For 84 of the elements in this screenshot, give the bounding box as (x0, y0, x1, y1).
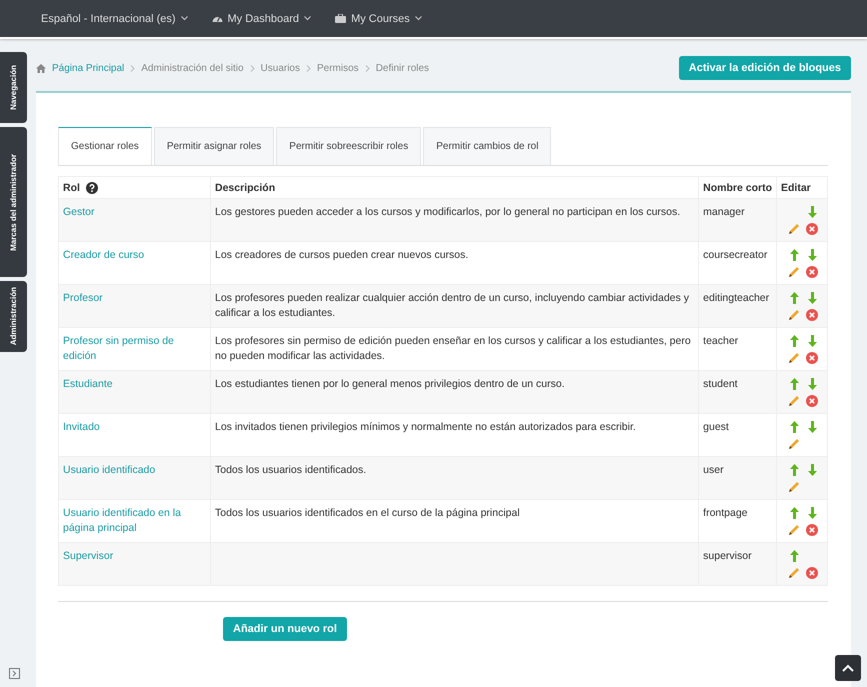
column-header: Rol (63, 182, 80, 194)
tab[interactable]: Permitir asignar roles (154, 127, 274, 165)
shortname-text: coursecreator (703, 249, 768, 261)
chevron-icon (130, 64, 136, 72)
move-down-icon[interactable] (808, 507, 816, 519)
move-down-icon[interactable] (808, 421, 816, 433)
caret-icon (180, 16, 188, 21)
chevron-up-icon (842, 664, 854, 672)
delete-icon[interactable] (806, 524, 818, 536)
column-header: Nombre corto (703, 182, 772, 194)
delete-icon[interactable] (806, 309, 818, 321)
move-up-icon[interactable] (790, 378, 798, 390)
move-down-icon[interactable] (808, 249, 816, 261)
chevron-icon (364, 64, 370, 72)
breadcrumb-link[interactable]: Definir roles (376, 62, 430, 74)
shortname-text: supervisor (703, 550, 752, 562)
delete-icon[interactable] (806, 266, 818, 278)
sidebar-toggle-icon[interactable] (9, 668, 20, 679)
shortname-text: guest (703, 421, 729, 433)
caret-icon (414, 16, 422, 21)
nav-menu-item[interactable]: Español - Internacional (es) (35, 8, 194, 28)
pencil-icon[interactable] (788, 395, 800, 407)
move-up-icon[interactable] (790, 292, 798, 304)
pencil-icon[interactable] (788, 266, 800, 278)
pencil-icon[interactable] (788, 309, 800, 321)
pencil-icon[interactable] (788, 524, 800, 536)
move-down-icon[interactable] (808, 464, 816, 476)
shortname-text: frontpage (703, 507, 748, 519)
description-text: Los creadores de cursos pueden crear nuevos cursos. (215, 249, 468, 261)
description-text: Los estudiantes tienen por lo general menos privilegios dentro de un curso. (215, 378, 565, 390)
move-down-icon[interactable] (808, 378, 816, 390)
tab[interactable]: Permitir cambios de rol (423, 127, 552, 165)
description-text: Los invitados tienen privilegios mínimos y normalmente no están autorizados para escribir. (215, 421, 636, 433)
column-header: Descripción (215, 182, 276, 194)
nav-menu-item[interactable]: My Dashboard (206, 8, 318, 28)
pencil-icon[interactable] (788, 223, 800, 235)
description-text: Todos los usuarios identificados. (215, 464, 366, 476)
column-header: Editar (781, 182, 811, 194)
breadcrumb-link[interactable]: Permisos (317, 62, 359, 74)
delete-icon[interactable] (806, 352, 818, 364)
shortname-text: user (703, 464, 724, 476)
add-role-button[interactable]: Añadir un nuevo rol (223, 617, 347, 641)
breadcrumb-link[interactable]: Usuarios (260, 62, 300, 74)
chevron-icon (250, 64, 255, 72)
breadcrumb-link[interactable]: Administración del sitio (141, 62, 244, 74)
pencil-icon[interactable] (788, 438, 800, 450)
move-down-icon[interactable] (808, 292, 816, 304)
shortname-text: manager (703, 206, 745, 218)
move-up-icon[interactable] (790, 335, 798, 347)
tab[interactable]: Gestionar roles (58, 127, 152, 165)
delete-icon[interactable] (806, 395, 818, 407)
briefcase-icon (335, 14, 346, 23)
shortname-text: editingteacher (703, 292, 770, 304)
side-panel-tab[interactable]: Administración (0, 281, 27, 352)
pencil-icon[interactable] (788, 567, 800, 579)
move-up-icon[interactable] (790, 421, 798, 433)
home-icon (36, 64, 46, 72)
help-icon[interactable] (86, 182, 98, 194)
chevron-icon (306, 64, 311, 72)
delete-icon[interactable] (806, 567, 818, 579)
caret-icon (304, 16, 312, 21)
description-text: Los gestores pueden acceder a los cursos y modificarlos, por lo general no participan en los cursos. (215, 206, 680, 218)
pencil-icon[interactable] (788, 481, 800, 493)
edit-blocks-button[interactable]: Activar la edición de bloques (678, 56, 851, 80)
side-panel-tab[interactable]: Navegación (0, 52, 27, 123)
tab[interactable]: Permitir sobreescribir roles (276, 127, 422, 165)
breadcrumb-link[interactable]: Página Principal (52, 62, 124, 74)
delete-icon[interactable] (806, 223, 818, 235)
nav-menu-item[interactable]: My Courses (329, 8, 428, 28)
description-text: Los profesores sin permiso de edición pueden enseñar en los cursos y calificar a los estudiantes, pero no pueden modificar las actividades. (215, 335, 691, 362)
move-down-icon[interactable] (808, 206, 816, 218)
dashboard-icon (212, 14, 223, 23)
move-up-icon[interactable] (790, 464, 798, 476)
scroll-to-top-button[interactable] (835, 655, 861, 681)
move-up-icon[interactable] (790, 550, 798, 562)
move-down-icon[interactable] (808, 335, 816, 347)
pencil-icon[interactable] (788, 352, 800, 364)
shortname-text: teacher (703, 335, 738, 347)
description-text: Los profesores pueden realizar cualquier acción dentro de un curso, incluyendo cambiar actividades y calificar a los estudiantes. (215, 292, 689, 319)
move-up-icon[interactable] (790, 507, 798, 519)
move-up-icon[interactable] (790, 249, 798, 261)
side-panel-tab[interactable]: Marcas del administrador (0, 127, 27, 277)
description-text: Todos los usuarios identificados en el curso de la página principal (215, 507, 520, 519)
shortname-text: student (703, 378, 738, 390)
